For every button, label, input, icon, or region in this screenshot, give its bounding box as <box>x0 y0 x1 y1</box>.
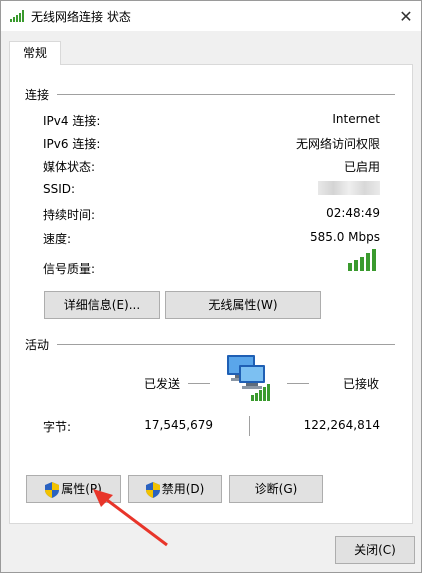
signal-strength-icon <box>348 249 376 271</box>
bytes-received-value: 122,264,814 <box>303 418 380 432</box>
speed-label: 速度: <box>43 232 72 246</box>
sent-connector-line <box>188 383 210 384</box>
wireless-properties-button[interactable]: 无线属性(W) <box>165 291 321 319</box>
close-button[interactable]: 关闭(C) <box>335 536 415 564</box>
ssid-label: SSID: <box>43 182 76 196</box>
ipv6-label: IPv6 连接: <box>43 137 101 151</box>
activity-divider <box>57 344 395 345</box>
ssid-value-redacted <box>318 181 380 195</box>
sent-label: 已发送 <box>144 377 181 391</box>
close-icon: ✕ <box>399 6 413 26</box>
bytes-divider <box>249 416 250 436</box>
ipv4-value: Internet <box>332 112 380 126</box>
ipv6-value: 无网络访问权限 <box>295 137 380 151</box>
admin-shield-icon <box>45 481 60 498</box>
connection-section-label: 连接 <box>25 88 50 102</box>
activity-section-label: 活动 <box>25 338 50 352</box>
received-connector-line <box>287 383 309 384</box>
bytes-label: 字节: <box>43 420 72 434</box>
wifi-signal-icon <box>10 10 24 22</box>
details-button[interactable]: 详细信息(E)... <box>44 291 160 319</box>
network-status-window: 无线网络连接 状态 ✕ 常规 连接 IPv4 连接: Internet IPv6… <box>0 0 422 573</box>
signal-quality-label: 信号质量: <box>43 262 96 276</box>
network-activity-icon <box>227 355 270 401</box>
media-state-label: 媒体状态: <box>43 160 96 174</box>
media-state-value: 已启用 <box>343 160 380 174</box>
bytes-sent-value: 17,545,679 <box>144 418 213 432</box>
title-bar: 无线网络连接 状态 ✕ <box>1 1 421 31</box>
connection-divider <box>57 94 395 95</box>
received-label: 已接收 <box>343 377 380 391</box>
speed-value: 585.0 Mbps <box>309 230 380 244</box>
diagnose-button[interactable]: 诊断(G) <box>229 475 323 503</box>
duration-label: 持续时间: <box>43 208 96 222</box>
annotation-arrow <box>93 489 168 547</box>
window-title: 无线网络连接 状态 <box>31 10 131 24</box>
duration-value: 02:48:49 <box>326 206 380 220</box>
ipv4-label: IPv4 连接: <box>43 114 101 128</box>
close-window-button[interactable]: ✕ <box>391 1 421 31</box>
tab-general[interactable]: 常规 <box>9 41 61 65</box>
